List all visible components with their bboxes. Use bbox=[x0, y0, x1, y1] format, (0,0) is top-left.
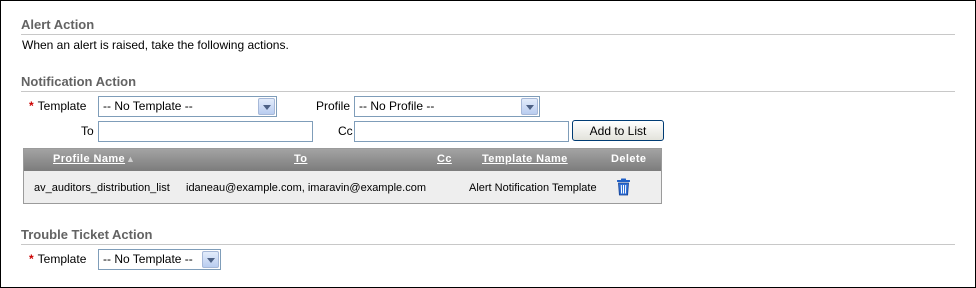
column-header-cc[interactable]: Cc bbox=[437, 153, 452, 165]
table-header: Profile Name▲ To Cc Template Name Delete bbox=[24, 149, 661, 171]
column-header-to[interactable]: To bbox=[294, 153, 307, 165]
row-profile-name: av_auditors_distribution_list bbox=[34, 182, 170, 194]
chevron-down-icon[interactable] bbox=[202, 251, 219, 268]
cc-label: Cc bbox=[338, 124, 353, 138]
to-label: To bbox=[81, 124, 94, 138]
trouble-ticket-template-label: * Template bbox=[29, 252, 87, 266]
notification-template-label: * Template bbox=[29, 99, 87, 113]
chevron-down-icon[interactable] bbox=[258, 98, 275, 115]
trash-icon[interactable] bbox=[616, 178, 631, 196]
notification-action-title: Notification Action bbox=[21, 74, 137, 89]
cc-input[interactable] bbox=[354, 121, 569, 142]
alert-action-description: When an alert is raised, take the follow… bbox=[22, 38, 289, 52]
required-marker: * bbox=[29, 252, 34, 266]
column-header-delete: Delete bbox=[611, 153, 647, 165]
alert-action-divider bbox=[21, 34, 955, 35]
chevron-down-icon[interactable] bbox=[521, 98, 538, 115]
profile-select[interactable]: -- No Profile -- bbox=[354, 96, 540, 117]
add-to-list-button[interactable]: Add to List bbox=[572, 120, 664, 141]
column-header-profile-name[interactable]: Profile Name▲ bbox=[53, 153, 135, 165]
notification-template-select[interactable]: -- No Template -- bbox=[98, 96, 277, 117]
sort-ascending-icon: ▲ bbox=[126, 154, 136, 164]
row-to: idaneau@example.com, imaravin@example.co… bbox=[186, 182, 426, 194]
trouble-ticket-template-select[interactable]: -- No Template -- bbox=[98, 249, 221, 270]
row-template-name: Alert Notification Template bbox=[469, 182, 597, 194]
trouble-ticket-action-divider bbox=[21, 244, 955, 245]
column-header-template-name[interactable]: Template Name bbox=[482, 153, 568, 165]
notification-action-divider bbox=[21, 91, 955, 92]
alert-action-title: Alert Action bbox=[21, 17, 95, 32]
notification-list-table: Profile Name▲ To Cc Template Name Delete… bbox=[23, 148, 662, 204]
required-marker: * bbox=[29, 99, 34, 113]
to-input[interactable] bbox=[98, 121, 313, 142]
profile-label: Profile bbox=[316, 99, 351, 113]
alert-settings-panel: Alert Action When an alert is raised, ta… bbox=[0, 0, 976, 288]
trouble-ticket-action-title: Trouble Ticket Action bbox=[21, 227, 153, 242]
